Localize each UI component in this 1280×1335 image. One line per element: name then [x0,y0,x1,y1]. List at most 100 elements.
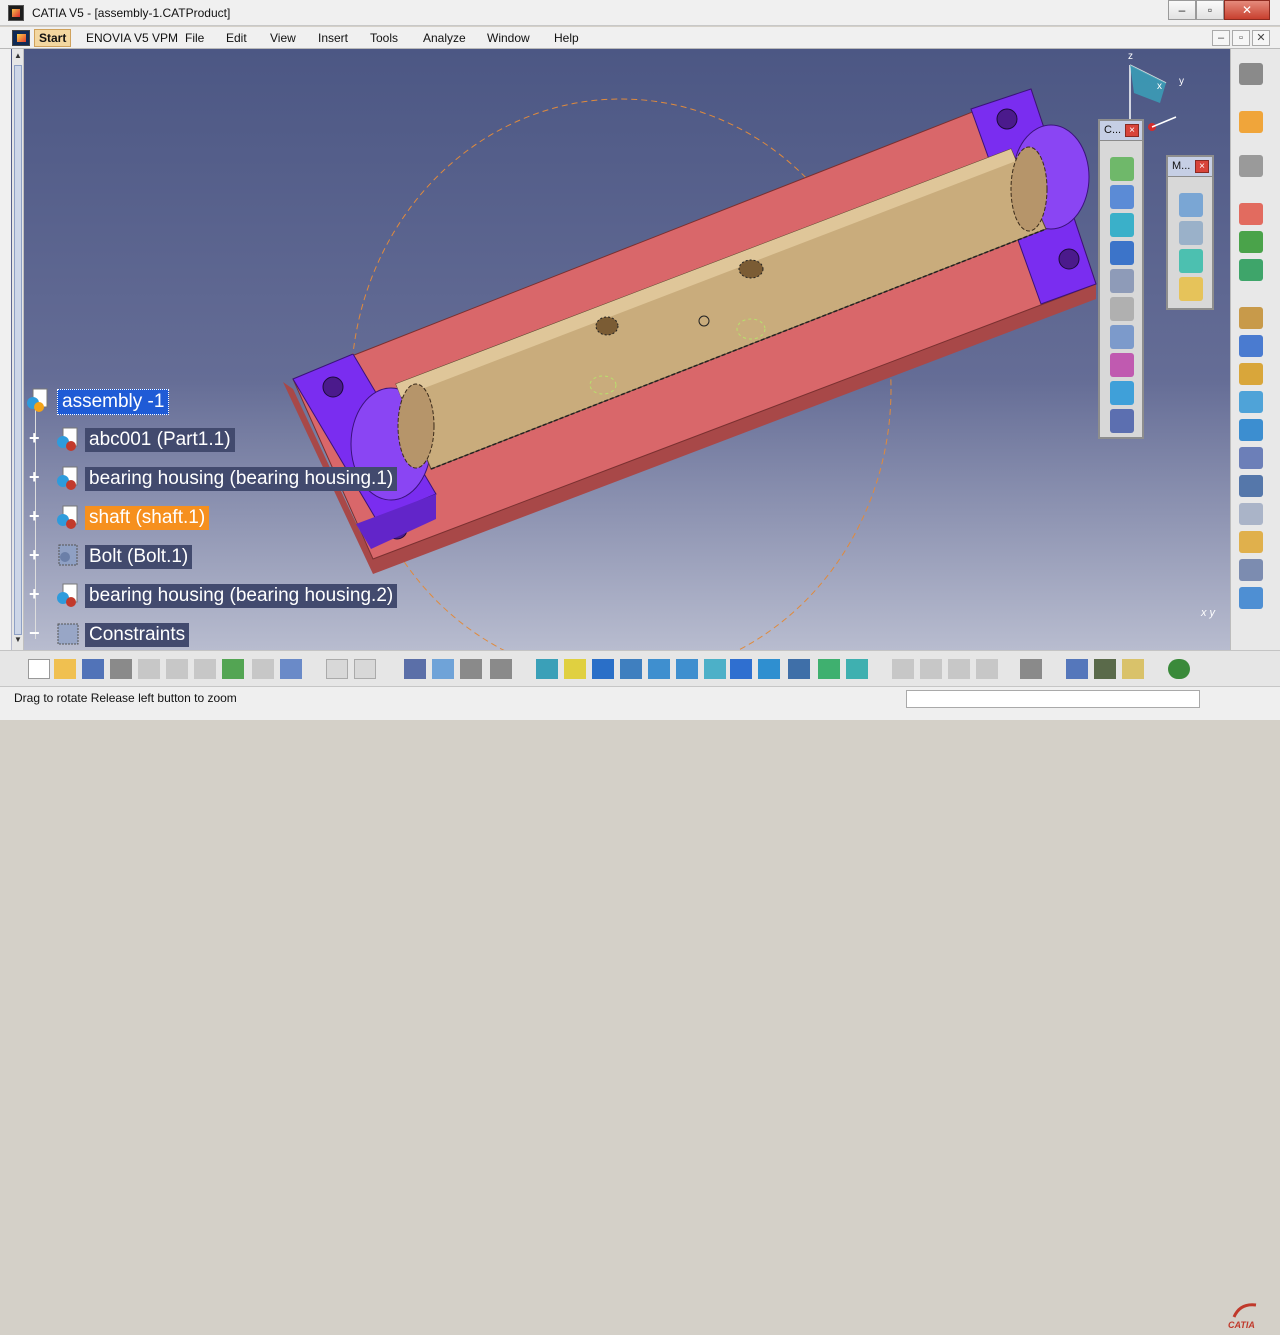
visualization-mode-icon[interactable] [948,659,970,679]
multi-view-icon[interactable] [730,659,752,679]
workbench-icon[interactable] [490,659,512,679]
quick-constraint-icon[interactable] [1110,325,1134,349]
menu-start[interactable]: Start [34,29,72,47]
collapse-icon[interactable]: − [29,624,43,642]
manipulation-icon[interactable] [1179,193,1203,217]
mdi-restore-button[interactable]: ▫ [1232,30,1250,46]
cut-icon[interactable] [138,659,160,679]
update-icon[interactable] [892,659,914,679]
snap-icon[interactable] [1179,221,1203,245]
normal-view-icon[interactable] [704,659,726,679]
zoom-in-icon[interactable] [648,659,670,679]
new-icon[interactable] [28,659,50,679]
tree-scrollbar[interactable]: ▲ ▼ [12,49,24,650]
minimize-button[interactable]: – [1168,0,1196,20]
print-icon[interactable] [110,659,132,679]
tree-item-label[interactable]: shaft (shaft.1) [85,506,210,530]
zoom-out-icon[interactable] [676,659,698,679]
rotate-icon[interactable] [620,659,642,679]
menu-tools[interactable]: Tools [370,31,398,45]
expand-icon[interactable]: + [29,585,43,603]
catia-app-icon[interactable] [8,5,24,21]
bill-of-material-icon[interactable] [1239,503,1263,525]
mdi-minimize-button[interactable]: – [1212,30,1230,46]
gear-icon[interactable] [1239,155,1263,177]
menu-insert[interactable]: Insert [318,31,348,45]
knowledge-icon[interactable] [432,659,454,679]
menu-window[interactable]: Window [487,31,530,45]
start-icon[interactable] [12,30,30,46]
reuse-pattern-icon[interactable] [1110,409,1134,433]
formula-icon[interactable] [326,659,348,679]
scroll-down-icon[interactable]: ▼ [13,635,23,647]
expand-icon[interactable]: + [29,546,43,564]
product-icon[interactable] [55,582,81,608]
constraints-icon[interactable] [55,621,81,647]
table-icon[interactable] [404,659,426,679]
copy-icon[interactable] [166,659,188,679]
cache-icon[interactable] [976,659,998,679]
tree-item-label[interactable]: bearing housing (bearing housing.1) [85,467,398,491]
measure-inertia-icon[interactable] [1122,659,1144,679]
menu-file[interactable]: File [185,31,204,45]
coincidence-constraint-icon[interactable] [1110,157,1134,181]
expand-icon[interactable]: + [29,468,43,486]
change-constraint-icon[interactable] [1110,381,1134,405]
graph-tree-icon[interactable] [1239,363,1263,385]
product-structure-icon[interactable] [1239,63,1263,85]
existing-component-icon[interactable] [1239,307,1263,329]
menu-help[interactable]: Help [554,31,579,45]
hide-show-icon[interactable] [818,659,840,679]
whats-this-icon[interactable] [280,659,302,679]
measure-item-icon[interactable] [1094,659,1116,679]
menu-view[interactable]: View [270,31,296,45]
explode-icon[interactable] [1179,249,1203,273]
open-icon[interactable] [54,659,76,679]
render-style-icon[interactable] [788,659,810,679]
assembly-features-icon[interactable] [1239,587,1263,609]
replace-component-icon[interactable] [1239,335,1263,357]
menu-enovia[interactable]: ENOVIA V5 VPM [86,31,178,45]
measure-icon[interactable] [1020,659,1042,679]
tree-item-label[interactable]: Bolt (Bolt.1) [85,545,193,569]
toolbar-close-button[interactable]: × [1195,160,1209,173]
contact-constraint-icon[interactable] [1110,185,1134,209]
tree-item-label[interactable]: Constraints [85,623,190,647]
undo-icon[interactable] [222,659,244,679]
product-icon[interactable] [55,504,81,530]
scroll-thumb[interactable] [14,65,22,635]
expand-icon[interactable]: + [29,507,43,525]
redo-icon[interactable] [252,659,274,679]
3d-viewport[interactable]: z y x x y assembly -1 + abc001 (Part1.1)… [11,49,1230,650]
symmetry-icon[interactable] [1239,531,1263,553]
tree-root-label[interactable]: assembly -1 [57,389,170,415]
assembly-geometry[interactable] [11,49,1230,650]
menu-edit[interactable]: Edit [226,31,247,45]
save-icon[interactable] [82,659,104,679]
catalog-icon[interactable] [460,659,482,679]
new-component-icon[interactable] [1239,203,1263,225]
menu-analyze[interactable]: Analyze [423,31,466,45]
select-icon[interactable] [1239,111,1263,133]
move-toolbar[interactable]: M... × [1166,155,1214,310]
mdi-close-button[interactable]: ✕ [1252,30,1270,46]
restore-button[interactable]: ▫ [1196,0,1224,20]
pan-icon[interactable] [592,659,614,679]
angle-constraint-icon[interactable] [1110,241,1134,265]
sections-icon[interactable] [1239,559,1263,581]
stop-manipulate-icon[interactable] [1179,277,1203,301]
fix-component-icon[interactable] [1110,269,1134,293]
manage-representations-icon[interactable] [1239,447,1263,469]
selective-load-icon[interactable] [1239,419,1263,441]
multi-instantiation-icon[interactable] [1239,475,1263,497]
measure-between-icon[interactable] [1066,659,1088,679]
comment-icon[interactable] [354,659,376,679]
swap-space-icon[interactable] [846,659,868,679]
tree-item-label[interactable]: abc001 (Part1.1) [85,428,235,452]
close-button[interactable]: ✕ [1224,0,1270,20]
paste-icon[interactable] [194,659,216,679]
fix-together-icon[interactable] [1110,297,1134,321]
assembly-icon[interactable] [25,387,51,413]
scroll-up-icon[interactable]: ▲ [13,51,23,63]
constraints-toolbar[interactable]: C... × [1098,119,1144,439]
